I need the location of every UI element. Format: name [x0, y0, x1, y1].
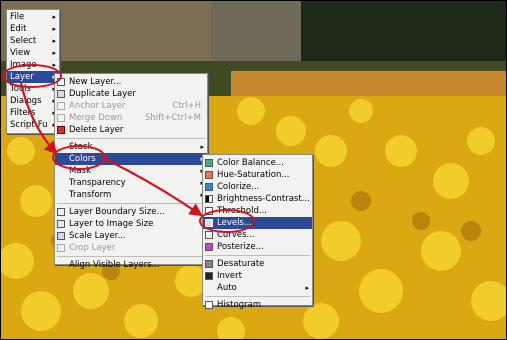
arrow-layer-to-colors — [19, 82, 58, 155]
annotation-arrows — [19, 82, 203, 217]
screenshot-frame: File▸ Edit▸ Select▸ View▸ Image▸ Layer▸ … — [0, 0, 507, 340]
arrow-colors-to-levels — [100, 156, 203, 217]
